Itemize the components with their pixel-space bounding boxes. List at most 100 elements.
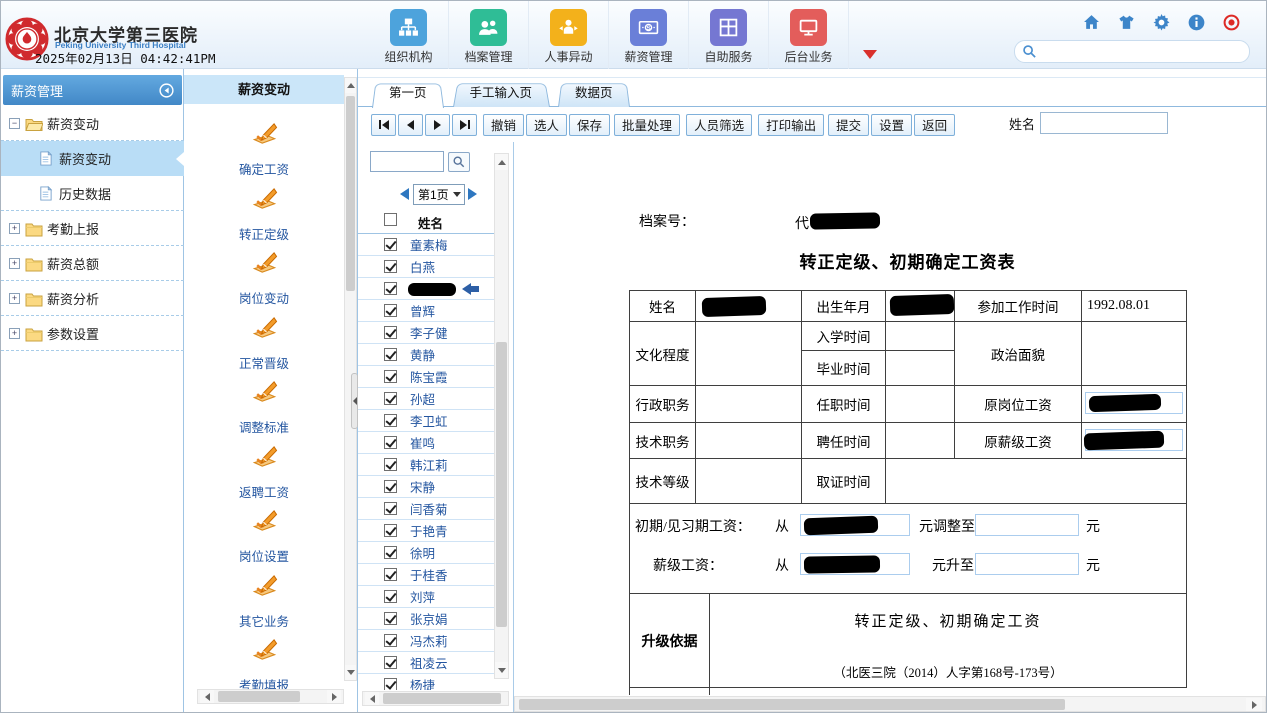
name-filter-input[interactable] (1040, 112, 1168, 134)
person-row-1[interactable]: 童素梅 (358, 234, 494, 256)
settings-icon[interactable] (1153, 14, 1170, 31)
person-name-link[interactable]: 童素梅 (410, 235, 448, 254)
person-name-link[interactable]: 闫香菊 (410, 499, 448, 518)
person-row-7[interactable]: 陈宝霞 (358, 366, 494, 388)
person-row-19[interactable]: 冯杰莉 (358, 630, 494, 652)
person-row-21[interactable]: 杨捷 (358, 674, 494, 690)
icon-panel-item-9[interactable]: 考勤填报 (184, 637, 344, 694)
person-name-link[interactable]: 刘萍 (410, 587, 435, 606)
tab-2[interactable]: 手工输入页 (453, 81, 550, 106)
initial-salary-from-input[interactable] (800, 514, 910, 536)
page-prev-icon[interactable] (400, 188, 409, 200)
top-nav-item-6[interactable]: 后台业务 (769, 1, 849, 69)
icon-panel-item-1[interactable]: 确定工资 (184, 121, 344, 178)
person-name-link[interactable]: 徐明 (410, 543, 435, 562)
theme-icon[interactable] (1118, 14, 1135, 31)
collapse-expander-icon[interactable]: − (9, 118, 20, 129)
select-all-checkbox[interactable] (384, 213, 397, 226)
scroll-left-icon[interactable] (200, 690, 214, 703)
scroll-thumb[interactable] (383, 693, 501, 704)
sidebar-folder-2[interactable]: +薪资总额 (1, 246, 184, 281)
toolbar-button-9[interactable]: 返回 (914, 114, 955, 136)
person-checkbox[interactable] (384, 458, 397, 471)
person-checkbox[interactable] (384, 634, 397, 647)
top-nav-item-3[interactable]: 人事异动 (529, 1, 609, 69)
icon-panel-hscrollbar[interactable] (197, 689, 344, 704)
page-next-icon[interactable] (468, 188, 477, 200)
people-vscrollbar[interactable] (494, 153, 509, 679)
tab-3[interactable]: 数据页 (558, 81, 630, 106)
person-checkbox[interactable] (384, 304, 397, 317)
person-name-link[interactable]: 崔鸣 (410, 433, 435, 452)
person-name-link[interactable]: 冯杰莉 (410, 631, 448, 650)
icon-panel-item-4[interactable]: 正常晋级 (184, 315, 344, 372)
person-checkbox[interactable] (384, 590, 397, 603)
person-row-17[interactable]: 刘萍 (358, 586, 494, 608)
toolbar-button-2[interactable]: 选人 (526, 114, 567, 136)
scroll-left-icon[interactable] (365, 692, 379, 705)
person-row-3[interactable] (358, 278, 494, 300)
person-name-link[interactable]: 祖凌云 (410, 653, 448, 672)
person-name-link[interactable]: 白燕 (410, 257, 435, 276)
people-search-button[interactable] (448, 152, 470, 172)
sidebar-item-salary-change-root[interactable]: − 薪资变动 (1, 107, 184, 141)
scroll-down-icon[interactable] (345, 665, 356, 680)
icon-panel-item-5[interactable]: 调整标准 (184, 379, 344, 436)
person-checkbox[interactable] (384, 414, 397, 427)
person-checkbox[interactable] (384, 370, 397, 383)
form-hscrollbar[interactable] (514, 696, 1266, 712)
person-name-link[interactable]: 黄静 (410, 345, 435, 364)
top-nav-item-4[interactable]: S薪资管理 (609, 1, 689, 69)
icon-panel-item-8[interactable]: 其它业务 (184, 573, 344, 630)
person-name-link[interactable]: 陈宝霞 (410, 367, 448, 386)
person-checkbox[interactable] (384, 502, 397, 515)
person-name-link[interactable]: 于艳青 (410, 521, 448, 540)
person-name-link[interactable]: 曾辉 (410, 301, 435, 320)
toolbar-button-1[interactable]: 撤销 (483, 114, 524, 136)
person-name-link[interactable]: 孙超 (410, 389, 435, 408)
person-checkbox[interactable] (384, 546, 397, 559)
scroll-right-icon[interactable] (1246, 698, 1262, 711)
scroll-right-icon[interactable] (327, 690, 341, 703)
person-row-11[interactable]: 韩江莉 (358, 454, 494, 476)
person-checkbox[interactable] (384, 348, 397, 361)
info-icon[interactable] (1188, 14, 1205, 31)
expand-icon[interactable]: + (9, 223, 20, 234)
person-row-14[interactable]: 于艳青 (358, 520, 494, 542)
icon-panel-item-2[interactable]: 转正定级 (184, 186, 344, 243)
person-row-15[interactable]: 徐明 (358, 542, 494, 564)
person-checkbox[interactable] (384, 678, 397, 690)
person-checkbox[interactable] (384, 238, 397, 251)
person-name-link[interactable]: 宋静 (410, 477, 435, 496)
sidebar-folder-4[interactable]: +参数设置 (1, 316, 184, 351)
sidebar-item-history-data[interactable]: 历史数据 (1, 176, 184, 211)
person-row-2[interactable]: 白燕 (358, 256, 494, 278)
scroll-down-icon[interactable] (495, 662, 508, 678)
person-checkbox[interactable] (384, 612, 397, 625)
scroll-thumb[interactable] (218, 691, 300, 702)
person-row-18[interactable]: 张京娟 (358, 608, 494, 630)
person-row-12[interactable]: 宋静 (358, 476, 494, 498)
top-nav-item-5[interactable]: 自助服务 (689, 1, 769, 69)
first-page-button[interactable] (371, 114, 396, 136)
grade-salary-to-input[interactable] (975, 553, 1079, 575)
last-page-button[interactable] (452, 114, 477, 136)
tab-1[interactable]: 第一页 (372, 81, 444, 106)
prev-page-button[interactable] (398, 114, 423, 136)
person-checkbox[interactable] (384, 326, 397, 339)
scroll-thumb[interactable] (519, 699, 1065, 710)
scroll-up-icon[interactable] (345, 78, 356, 93)
people-search-input[interactable] (370, 151, 444, 172)
orig-post-salary-input[interactable] (1085, 392, 1183, 414)
person-row-20[interactable]: 祖凌云 (358, 652, 494, 674)
person-checkbox[interactable] (384, 436, 397, 449)
top-nav-item-1[interactable]: 组织机构 (369, 1, 449, 69)
scroll-thumb[interactable] (346, 96, 355, 291)
person-checkbox[interactable] (384, 392, 397, 405)
toolbar-button-6[interactable]: 打印输出 (758, 114, 824, 136)
sidebar-folder-1[interactable]: +考勤上报 (1, 211, 184, 246)
toolbar-button-3[interactable]: 保存 (569, 114, 610, 136)
grade-salary-from-input[interactable] (800, 553, 910, 575)
initial-salary-to-input[interactable] (975, 514, 1079, 536)
person-checkbox[interactable] (384, 282, 397, 295)
